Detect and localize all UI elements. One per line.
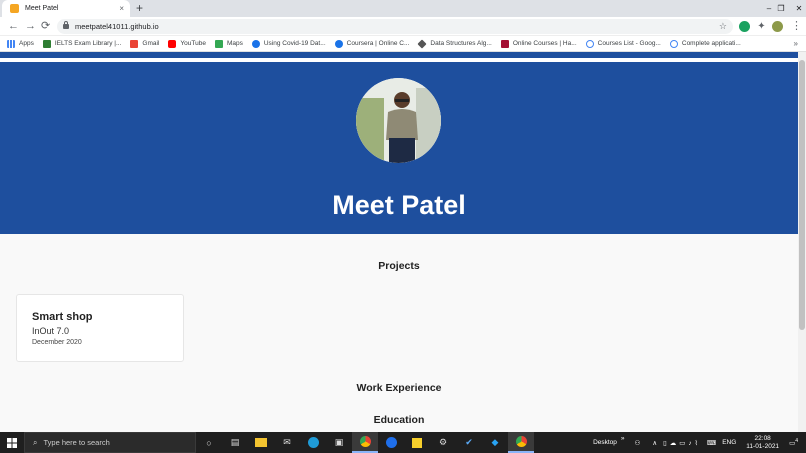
bookmark-courses-list[interactable]: Courses List - Goog... xyxy=(585,39,661,48)
education-heading: Education xyxy=(373,414,425,426)
diamond-icon xyxy=(417,38,427,49)
mail-icon[interactable]: ✉ xyxy=(274,432,300,453)
desktop-toolbar-more[interactable]: » xyxy=(621,435,625,442)
project-card[interactable]: Smart shop InOut 7.0 December 2020 xyxy=(16,294,184,362)
google-icon xyxy=(585,39,594,48)
gmail-icon xyxy=(130,39,139,48)
lock-icon xyxy=(63,21,69,29)
clock-date: 11-01-2021 xyxy=(746,442,780,450)
clock-time: 22:08 xyxy=(754,434,771,442)
youtube-icon xyxy=(168,39,177,48)
vscode-icon[interactable]: ◆ xyxy=(482,432,508,453)
edge-icon[interactable] xyxy=(300,432,326,453)
tab-strip: Meet Patel × + – ❐ ✕ xyxy=(0,0,806,17)
apps-grid-icon xyxy=(7,39,15,48)
bookmark-coursera[interactable]: Coursera | Online C... xyxy=(334,39,409,48)
projects-heading: Projects xyxy=(378,260,420,272)
address-bar[interactable]: meetpatel41011.github.io ☆ xyxy=(57,19,733,34)
file-explorer-icon[interactable] xyxy=(248,432,274,453)
bookmarks-overflow-button[interactable]: » xyxy=(794,36,798,52)
project-title: Smart shop xyxy=(32,311,93,323)
tab-close-icon[interactable]: × xyxy=(119,4,124,13)
bookmark-youtube[interactable]: YouTube xyxy=(168,39,206,48)
bookmark-gmail[interactable]: Gmail xyxy=(130,39,159,48)
cortana-icon[interactable]: ○ xyxy=(196,432,222,453)
tab-title: Meet Patel xyxy=(25,5,59,12)
grammarly-extension-icon[interactable] xyxy=(739,21,750,32)
notifications-icon[interactable]: ▭4 xyxy=(789,438,798,447)
page-scrollbar[interactable] xyxy=(798,52,806,432)
app-icon[interactable] xyxy=(378,432,404,453)
search-placeholder: Type here to search xyxy=(43,438,110,447)
system-tray: Desktop » ⚇ ∧ ▯☁▭♪⌇ ⌨ ENG 22:08 11-01-20… xyxy=(593,432,806,453)
search-icon: ⌕ xyxy=(33,437,38,447)
tray-icons[interactable]: ▯☁▭♪⌇ xyxy=(663,439,701,447)
bookmark-data-structures[interactable]: Data Structures Alg... xyxy=(417,38,492,49)
url-text[interactable]: meetpatel41011.github.io xyxy=(75,22,719,31)
settings-gear-icon[interactable]: ⚙ xyxy=(430,432,456,453)
bookmark-online-courses[interactable]: Online Courses | Ha... xyxy=(500,39,577,48)
extensions-puzzle-icon[interactable]: ✦ xyxy=(756,21,767,32)
hero-name-heading: Meet Patel xyxy=(332,190,466,220)
scrollbar-thumb[interactable] xyxy=(799,60,805,330)
ielts-icon xyxy=(42,39,51,48)
bookmark-star-icon[interactable]: ☆ xyxy=(719,21,727,32)
reload-button[interactable]: ⟳ xyxy=(41,18,50,35)
hero-banner: Meet Patel xyxy=(0,58,798,234)
store-icon[interactable]: ▣ xyxy=(326,432,352,453)
bookmark-ielts[interactable]: IELTS Exam Library |... xyxy=(42,39,121,48)
coursera-icon xyxy=(251,39,260,48)
google-icon xyxy=(669,39,678,48)
page-content: Meet Patel Projects Smart shop InOut 7.0… xyxy=(0,52,798,432)
windows-taskbar: ⌕ Type here to search ○ ▤ ✉ ▣ ⚙ ✔ ◆ Desk… xyxy=(0,432,806,453)
back-button[interactable]: ← xyxy=(8,18,19,35)
profile-photo xyxy=(356,78,441,163)
close-window-button[interactable]: ✕ xyxy=(786,0,806,17)
tab-meet-patel[interactable]: Meet Patel × xyxy=(2,0,130,17)
bookmark-maps[interactable]: Maps xyxy=(214,39,243,48)
windows-start-button[interactable] xyxy=(0,432,24,453)
project-date: December 2020 xyxy=(32,339,82,346)
browser-toolbar: ← → ⟳ meetpatel41011.github.io ☆ ✦ ⋮ xyxy=(0,17,806,36)
profile-avatar[interactable] xyxy=(772,21,783,32)
notification-count: 4 xyxy=(795,437,798,444)
taskbar-search-box[interactable]: ⌕ Type here to search xyxy=(24,432,196,453)
chrome-window-icon[interactable] xyxy=(508,432,534,453)
windows-logo-icon xyxy=(7,437,17,448)
desktop-toolbar-label[interactable]: Desktop xyxy=(593,439,617,446)
harvard-shield-icon xyxy=(500,39,509,48)
todo-icon[interactable]: ✔ xyxy=(456,432,482,453)
bookmark-covid-data[interactable]: Using Covid-19 Dat... xyxy=(251,39,326,48)
keyboard-icon[interactable]: ⌨ xyxy=(707,439,716,447)
bookmarks-bar: Apps IELTS Exam Library |... Gmail YouTu… xyxy=(0,36,806,52)
forward-button[interactable]: → xyxy=(25,18,36,35)
site-favicon-icon xyxy=(10,4,19,13)
task-view-icon[interactable]: ▤ xyxy=(222,432,248,453)
bookmark-complete-application[interactable]: Complete applicati... xyxy=(669,39,741,48)
coursera-icon xyxy=(334,39,343,48)
language-indicator[interactable]: ENG xyxy=(722,439,736,446)
bookmark-apps[interactable]: Apps xyxy=(7,39,34,48)
clock[interactable]: 22:08 11-01-2021 xyxy=(746,435,779,451)
chrome-icon[interactable] xyxy=(352,432,378,453)
project-event: InOut 7.0 xyxy=(32,326,70,336)
sticky-notes-icon[interactable] xyxy=(404,432,430,453)
chrome-menu-icon[interactable]: ⋮ xyxy=(791,18,802,35)
show-hidden-icons-chevron[interactable]: ∧ xyxy=(652,439,657,447)
people-icon[interactable]: ⚇ xyxy=(635,439,641,447)
maps-icon xyxy=(214,39,223,48)
new-tab-button[interactable]: + xyxy=(136,1,143,15)
work-experience-heading: Work Experience xyxy=(356,382,442,394)
